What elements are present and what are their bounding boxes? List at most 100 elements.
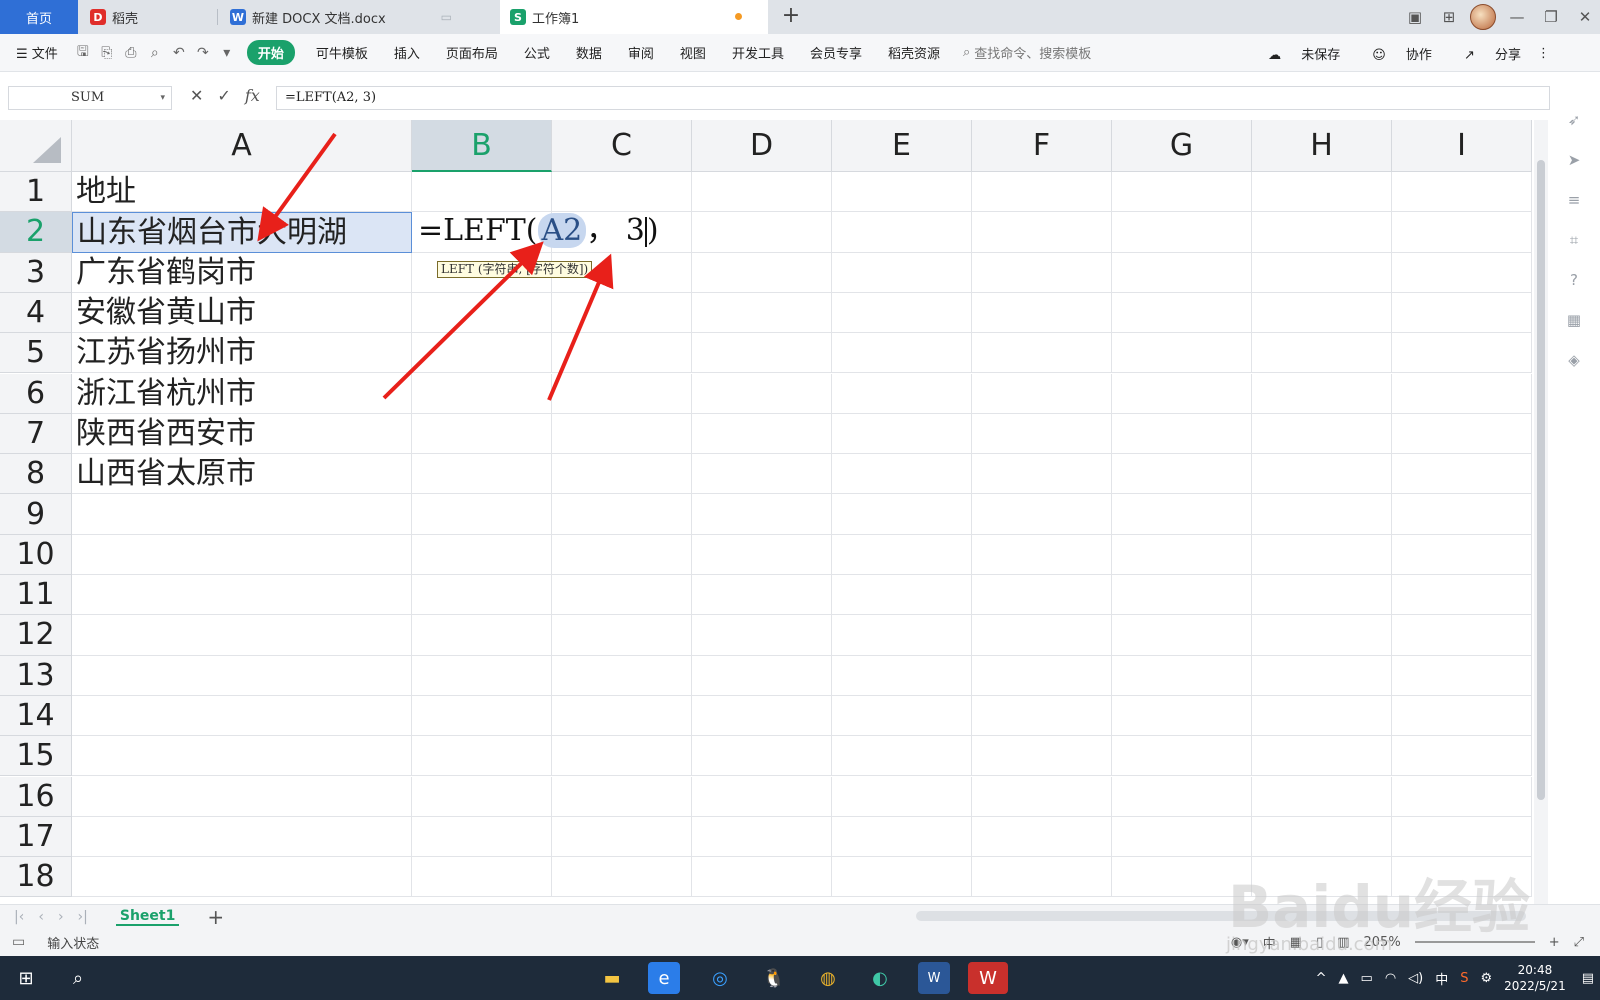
cell-e7[interactable] — [832, 413, 972, 455]
print-icon[interactable]: ⎙ — [122, 44, 140, 62]
cell-b14[interactable] — [412, 695, 552, 737]
cell-e11[interactable] — [832, 575, 972, 616]
layout-switch-icon[interactable]: ▣ — [1400, 2, 1430, 32]
cell-h4[interactable] — [1252, 292, 1392, 334]
cell-c8[interactable] — [552, 454, 692, 495]
cell-d14[interactable] — [692, 695, 832, 737]
cell-h17[interactable] — [1252, 816, 1392, 858]
cell-h9[interactable] — [1252, 494, 1392, 535]
vertical-scroll-thumb[interactable] — [1537, 160, 1545, 800]
confirm-icon[interactable]: ✓ — [217, 86, 230, 105]
cell-h11[interactable] — [1252, 575, 1392, 616]
tab-member[interactable]: 会员专享 — [810, 43, 862, 62]
cell-h14[interactable] — [1252, 695, 1392, 737]
tab-templates[interactable]: 可牛模板 — [316, 43, 368, 62]
cell-g13[interactable] — [1112, 655, 1252, 696]
cell-b11[interactable] — [412, 575, 552, 616]
cell-i16[interactable] — [1392, 776, 1532, 817]
row-header-1[interactable]: 1 — [0, 172, 72, 213]
image-icon[interactable]: ▦ — [1564, 310, 1584, 330]
cell-g15[interactable] — [1112, 736, 1252, 777]
cell-d2[interactable] — [692, 212, 832, 253]
cell-a3[interactable]: 广东省鹤岗市 — [72, 252, 412, 293]
tab-devtools[interactable]: 开发工具 — [732, 43, 784, 62]
cell-a18[interactable] — [72, 857, 412, 898]
row-header-14[interactable]: 14 — [0, 695, 72, 737]
help-icon[interactable]: ? — [1564, 270, 1584, 290]
tab-workbook[interactable]: S 工作簿1 — [500, 0, 768, 34]
cell-i7[interactable] — [1392, 413, 1532, 455]
cell-c10[interactable] — [552, 534, 692, 575]
cell-g7[interactable] — [1112, 413, 1252, 455]
cell-c13[interactable] — [552, 655, 692, 696]
cell-f15[interactable] — [972, 736, 1112, 777]
cell-i10[interactable] — [1392, 534, 1532, 575]
cell-e3[interactable] — [832, 252, 972, 293]
redo-icon[interactable]: ↷ — [194, 44, 212, 62]
cell-i17[interactable] — [1392, 816, 1532, 858]
chevron-down-icon[interactable]: ▾ — [160, 87, 165, 109]
qq-icon[interactable]: 🐧 — [758, 962, 790, 994]
cell-d18[interactable] — [692, 857, 832, 898]
cell-h5[interactable] — [1252, 333, 1392, 374]
cursor-icon[interactable]: ➤ — [1564, 150, 1584, 170]
cell-a2[interactable]: 山东省烟台市大明湖 — [72, 212, 412, 253]
cell-e4[interactable] — [832, 292, 972, 334]
cell-a13[interactable] — [72, 655, 412, 696]
search-icon[interactable]: ⌕ — [62, 962, 94, 994]
tray-expand-icon[interactable]: ^ — [1316, 971, 1327, 986]
cell-c1[interactable] — [552, 172, 692, 213]
cell-g3[interactable] — [1112, 252, 1252, 293]
cell-b15[interactable] — [412, 736, 552, 777]
sliders-icon[interactable]: ≡ — [1564, 190, 1584, 210]
cell-a7[interactable]: 陕西省西安市 — [72, 413, 412, 455]
cell-a8[interactable]: 山西省太原市 — [72, 454, 412, 495]
cell-e1[interactable] — [832, 172, 972, 213]
cell-d17[interactable] — [692, 816, 832, 858]
print-preview-icon[interactable]: ⌕ — [146, 44, 164, 62]
cell-a5[interactable]: 江苏省扬州市 — [72, 333, 412, 374]
row-header-8[interactable]: 8 — [0, 454, 72, 495]
cell-i12[interactable] — [1392, 615, 1532, 656]
tab-daoke[interactable]: D 稻壳 — [80, 0, 218, 34]
cell-b9[interactable] — [412, 494, 552, 535]
cell-e2[interactable] — [832, 212, 972, 253]
cell-e12[interactable] — [832, 615, 972, 656]
spreadsheet-grid[interactable]: 地址 山东省烟台市大明湖 广东省鹤岗市 安徽省黄山市 江苏省扬州市 浙江省杭州市 陕西省西安… — [0, 120, 1534, 904]
cell-h7[interactable] — [1252, 413, 1392, 455]
cell-h16[interactable] — [1252, 776, 1392, 817]
browser-e-icon[interactable]: e — [648, 962, 680, 994]
cell-g12[interactable] — [1112, 615, 1252, 656]
cell-g2[interactable] — [1112, 212, 1252, 253]
cell-h6[interactable] — [1252, 373, 1392, 414]
name-box[interactable]: SUM ▾ — [8, 86, 172, 110]
cell-b18[interactable] — [412, 857, 552, 898]
cell-c9[interactable] — [552, 494, 692, 535]
tab-home[interactable]: 首页 — [0, 0, 78, 34]
save-icon[interactable]: 🖫 — [74, 44, 92, 62]
close-button[interactable]: ✕ — [1570, 2, 1600, 32]
cell-g11[interactable] — [1112, 575, 1252, 616]
customize-dropdown-icon[interactable]: ▾ — [218, 44, 236, 62]
command-search[interactable]: ⌕ 查找命令、搜索模板 — [963, 43, 1091, 62]
apps-grid-icon[interactable]: ⊞ — [1434, 2, 1464, 32]
cell-e17[interactable] — [832, 816, 972, 858]
cell-h10[interactable] — [1252, 534, 1392, 575]
cell-g16[interactable] — [1112, 776, 1252, 817]
cancel-icon[interactable]: ✕ — [190, 86, 203, 105]
cell-g5[interactable] — [1112, 333, 1252, 374]
cell-e8[interactable] — [832, 454, 972, 495]
restore-button[interactable]: ❐ — [1536, 2, 1566, 32]
cell-a10[interactable] — [72, 534, 412, 575]
theme-icon[interactable]: ◈ — [1564, 350, 1584, 370]
column-header-h[interactable]: H — [1252, 120, 1392, 172]
cell-f5[interactable] — [972, 333, 1112, 374]
cell-b6[interactable] — [412, 373, 552, 414]
cell-a4[interactable]: 安徽省黄山市 — [72, 292, 412, 334]
cell-a6[interactable]: 浙江省杭州市 — [72, 373, 412, 414]
row-header-3[interactable]: 3 — [0, 252, 72, 293]
column-header-d[interactable]: D — [692, 120, 832, 172]
column-header-e[interactable]: E — [832, 120, 972, 172]
wifi-icon[interactable]: ◠ — [1385, 971, 1396, 986]
row-header-6[interactable]: 6 — [0, 373, 72, 414]
